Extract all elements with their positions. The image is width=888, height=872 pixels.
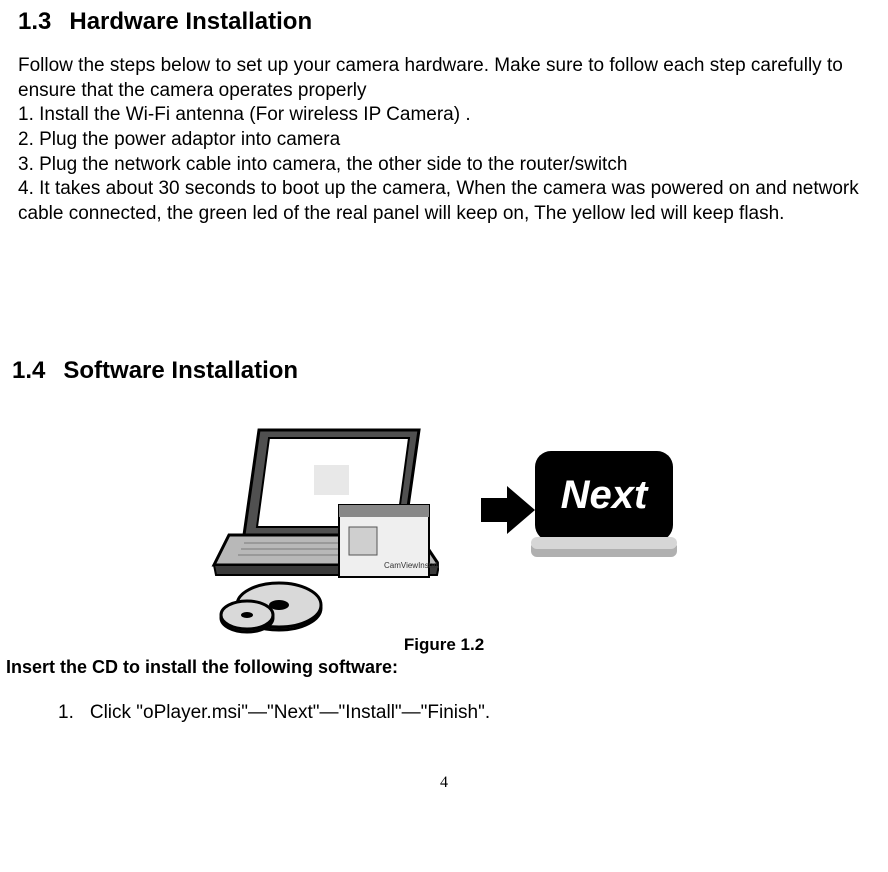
next-label: Next <box>561 473 649 517</box>
section-title-13: Hardware Installation <box>69 8 312 35</box>
heading-software-installation: 1.4 Software Installation <box>12 357 882 385</box>
heading-hardware-installation: 1.3 Hardware Installation <box>18 8 882 36</box>
section13-step2: 2. Plug the power adaptor into camera <box>18 128 870 153</box>
insert-cd-text: Insert the CD to install the following s… <box>6 657 882 678</box>
installer-label: CamViewInstaller.exe <box>384 561 439 570</box>
figure-illustration: CamViewInstaller.exe Next <box>209 415 679 635</box>
software-step-1-text: Click "oPlayer.msi"—"Next"—"Install"—"Fi… <box>90 702 490 723</box>
figure-1-2: CamViewInstaller.exe Next Figure 1.2 <box>6 415 882 655</box>
section13-intro: Follow the steps below to set up your ca… <box>18 54 870 103</box>
section13-step3: 3. Plug the network cable into camera, t… <box>18 153 870 178</box>
section13-body: Follow the steps below to set up your ca… <box>18 54 870 227</box>
section13-step4: 4. It takes about 30 seconds to boot up … <box>18 177 870 226</box>
laptop-cd-icon: CamViewInstaller.exe <box>209 425 439 635</box>
section13-step1: 1. Install the Wi-Fi antenna (For wirele… <box>18 103 870 128</box>
section-number-14: 1.4 <box>12 357 45 385</box>
software-step-1: 1. Click "oPlayer.msi"—"Next"—"Install"—"… <box>58 702 882 724</box>
section-number-13: 1.3 <box>18 8 51 36</box>
section-title-14: Software Installation <box>63 357 298 384</box>
next-button-graphic: Next <box>529 445 679 565</box>
page-number: 4 <box>6 774 882 792</box>
figure-caption: Figure 1.2 <box>404 635 484 654</box>
software-step-1-number: 1. <box>58 702 74 724</box>
